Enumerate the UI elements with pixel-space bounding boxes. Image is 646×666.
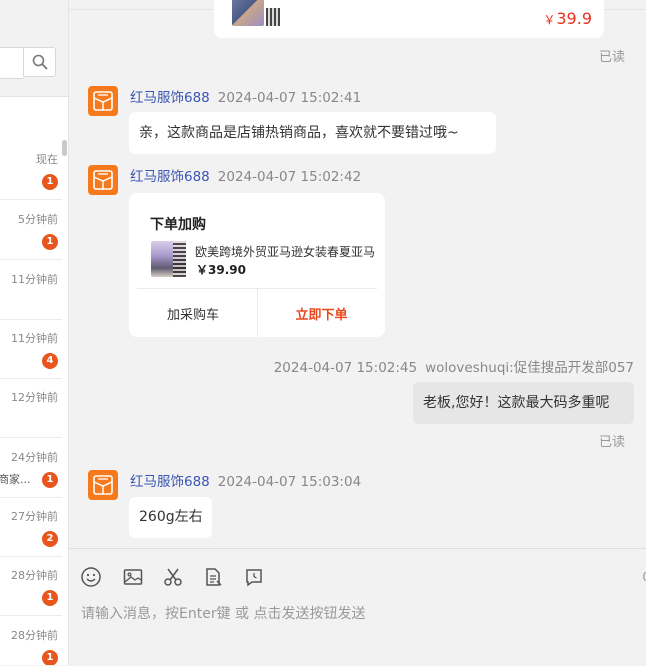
message-time: 2024-04-07 15:02:41 [217, 90, 362, 106]
document-icon[interactable] [202, 566, 224, 588]
conversation-time: 现在 [36, 153, 58, 166]
message-bubble: 260g左右 [129, 497, 212, 538]
sender-name[interactable]: 红马服饰688 [130, 474, 210, 490]
unread-badge: 4 [42, 353, 58, 369]
seller-avatar[interactable] [88, 86, 118, 116]
message-header: 2024-04-07 15:02:45 woloveshuqi:促佳搜品开发部05… [274, 356, 634, 376]
product-thumbnail [232, 0, 264, 26]
message-input[interactable]: 请输入消息，按Enter键 或 点击发送按钮发送 [81, 603, 365, 623]
product-price: ￥39.90 [196, 263, 246, 277]
conversation-item[interactable]: 24分钟前 商家... 1 [0, 438, 62, 498]
sender-name[interactable]: 红马服饰688 [130, 90, 210, 106]
conversation-item[interactable]: 5分钟前 1 [0, 200, 62, 260]
conversation-item[interactable]: 现在 1 [0, 140, 62, 200]
sender-name: woloveshuqi:促佳搜品开发部057 [425, 360, 634, 376]
order-now-button[interactable]: 立即下单 [258, 289, 385, 337]
list-scrollbar[interactable] [62, 140, 67, 156]
unread-badge: 1 [42, 174, 58, 190]
chat-panel: ￥39.9 已读 红马服饰688 2024-04-07 15:02:41 亲，这款… [69, 0, 646, 548]
conversation-item[interactable]: 28分钟前 1 [0, 556, 62, 616]
product-price: ￥39.9 [543, 9, 592, 28]
emoji-icon[interactable] [80, 566, 102, 588]
conversation-snippet: 商家... [0, 473, 31, 486]
product-thumbnail [173, 241, 186, 277]
unread-badge: 1 [42, 234, 58, 250]
box-logo-icon [93, 91, 113, 111]
search-input[interactable] [0, 47, 24, 79]
product-thumbnail [266, 8, 280, 26]
message-header: 红马服饰688 2024-04-07 15:02:42 [130, 165, 361, 185]
message-bubble: 亲，这款商品是店铺热销商品，喜欢就不要错过哦~ [129, 112, 496, 154]
conversation-time: 28分钟前 [11, 629, 58, 642]
message-time: 2024-04-07 15:02:45 [273, 360, 418, 376]
message-header: 红马服饰688 2024-04-07 15:02:41 [130, 86, 361, 106]
order-card-title: 下单加购 [150, 217, 206, 233]
seller-avatar[interactable] [88, 470, 118, 500]
search-bar [0, 0, 68, 97]
conversation-time: 5分钟前 [18, 213, 58, 226]
message-time: 2024-04-07 15:03:04 [217, 474, 362, 490]
order-card: 下单加购 欧美跨境外贸亚马逊女装春夏亚马 ￥39.90 加采购车 立即下单 [129, 193, 385, 337]
conversation-item[interactable]: 27分钟前 2 [0, 497, 62, 557]
product-card[interactable]: ￥39.9 [214, 0, 604, 38]
message-time: 2024-04-07 15:02:42 [217, 169, 362, 185]
search-icon [32, 54, 47, 70]
conversation-time: 24分钟前 [11, 451, 58, 464]
conversation-item[interactable]: 12分钟前 [0, 378, 62, 438]
unread-badge: 1 [42, 650, 58, 665]
conversation-time: 11分钟前 [11, 273, 58, 286]
image-icon[interactable] [122, 566, 144, 588]
conversation-list: 现在 1 5分钟前 1 11分钟前 11分钟前 4 12分钟前 24分钟前 商家… [0, 0, 69, 665]
box-logo-icon [93, 475, 113, 495]
character-counter: 0 [642, 570, 646, 584]
conversation-item[interactable]: 28分钟前 1 [0, 616, 62, 665]
sender-name[interactable]: 红马服饰688 [130, 169, 210, 185]
unread-badge: 2 [42, 531, 58, 547]
history-icon[interactable] [243, 566, 265, 588]
seller-avatar[interactable] [88, 165, 118, 195]
message-composer: 0 请输入消息，按Enter键 或 点击发送按钮发送 [69, 548, 646, 666]
conversation-item[interactable]: 11分钟前 [0, 260, 62, 320]
conversation-time: 11分钟前 [11, 332, 58, 345]
conversation-time: 27分钟前 [11, 510, 58, 523]
search-button[interactable] [23, 47, 56, 77]
scissors-icon[interactable] [162, 566, 184, 588]
product-name[interactable]: 欧美跨境外贸亚马逊女装春夏亚马 [195, 243, 375, 260]
unread-badge: 1 [42, 472, 58, 488]
my-message-bubble: 老板,您好！这款最大码多重呢 [413, 382, 634, 424]
unread-badge: 1 [42, 590, 58, 606]
conversation-time: 28分钟前 [11, 569, 58, 582]
add-to-cart-button[interactable]: 加采购车 [129, 289, 257, 337]
conversation-time: 12分钟前 [11, 391, 58, 404]
conversation-item[interactable]: 11分钟前 4 [0, 319, 62, 379]
read-status: 已读 [599, 50, 626, 65]
box-logo-icon [93, 170, 113, 190]
read-status: 已读 [599, 435, 626, 450]
message-header: 红马服饰688 2024-04-07 15:03:04 [130, 470, 361, 490]
